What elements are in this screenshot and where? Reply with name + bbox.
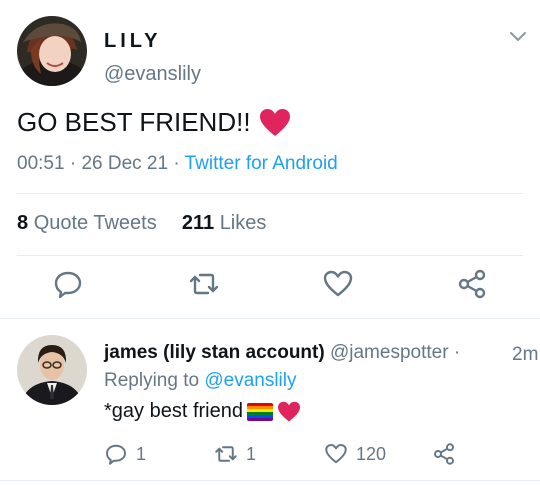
- reply-header: james (lily stan account) @jamespotter ·: [104, 342, 460, 364]
- reply-action-like[interactable]: 120: [324, 442, 386, 466]
- quote-tweets-stat[interactable]: 8 Quote Tweets: [17, 212, 157, 234]
- tweet-text: GO BEST FRIEND!!: [17, 107, 291, 138]
- divider: [0, 318, 540, 319]
- tweet-text-content: GO BEST FRIEND!!: [17, 107, 251, 137]
- red-heart-emoji-icon: [259, 108, 290, 136]
- divider: [17, 193, 523, 194]
- reply-action-comment[interactable]: 1: [104, 442, 146, 466]
- rainbow-flag-emoji-icon: [246, 402, 273, 421]
- reply-text-content: *gay best friend: [104, 400, 243, 422]
- reply-retweet-count: 1: [246, 443, 257, 464]
- chevron-down-icon[interactable]: [508, 30, 528, 44]
- tweet-time: 00:51: [17, 153, 65, 174]
- red-heart-emoji-icon: [277, 401, 300, 422]
- heart-outline-icon[interactable]: [322, 268, 354, 300]
- replying-to-handle[interactable]: @evanslily: [204, 370, 296, 391]
- reply-text: *gay best friend: [104, 400, 301, 423]
- reply-action-share[interactable]: [432, 442, 456, 466]
- like-count: 211: [181, 212, 215, 234]
- tweet-date: 26 Dec 21: [81, 153, 169, 174]
- quote-label: Quote Tweets: [33, 212, 157, 234]
- likes-stat[interactable]: 211 Likes: [182, 212, 267, 234]
- likes-label: Likes: [219, 212, 267, 234]
- comment-bubble-icon[interactable]: [52, 268, 84, 300]
- avatar[interactable]: [17, 16, 87, 86]
- retweet-icon[interactable]: [214, 442, 238, 466]
- tweet-actions: [0, 268, 540, 302]
- reply-action-retweet[interactable]: 1: [214, 442, 256, 466]
- retweet-icon[interactable]: [188, 268, 220, 300]
- reply-avatar[interactable]: [17, 335, 87, 405]
- comment-bubble-icon[interactable]: [104, 442, 128, 466]
- replying-label: Replying to: [104, 370, 200, 391]
- reply-actions: 1 1 120: [0, 442, 540, 470]
- reply-time-separator: ·: [453, 342, 461, 363]
- reply-comment-count: 1: [136, 443, 147, 464]
- display-name[interactable]: LILY: [104, 30, 162, 53]
- share-icon[interactable]: [456, 268, 488, 300]
- tweet-meta: 00:51 · 26 Dec 21 · Twitter for Android: [17, 153, 338, 174]
- reply-like-count: 120: [356, 443, 387, 464]
- reply-display-name[interactable]: james (lily stan account): [104, 342, 325, 363]
- replying-to: Replying to @evanslily: [104, 370, 297, 392]
- reply-time: 2m: [512, 344, 539, 365]
- user-handle[interactable]: @evanslily: [104, 63, 201, 86]
- tweet-source-link[interactable]: Twitter for Android: [185, 153, 338, 174]
- share-icon[interactable]: [432, 442, 456, 466]
- heart-outline-icon[interactable]: [324, 442, 348, 466]
- reply-handle[interactable]: @jamespotter: [330, 342, 449, 363]
- quote-count: 8: [17, 212, 29, 234]
- tweet-stats: 8 Quote Tweets 211 Likes: [17, 212, 266, 235]
- divider: [17, 255, 523, 256]
- divider: [0, 480, 540, 481]
